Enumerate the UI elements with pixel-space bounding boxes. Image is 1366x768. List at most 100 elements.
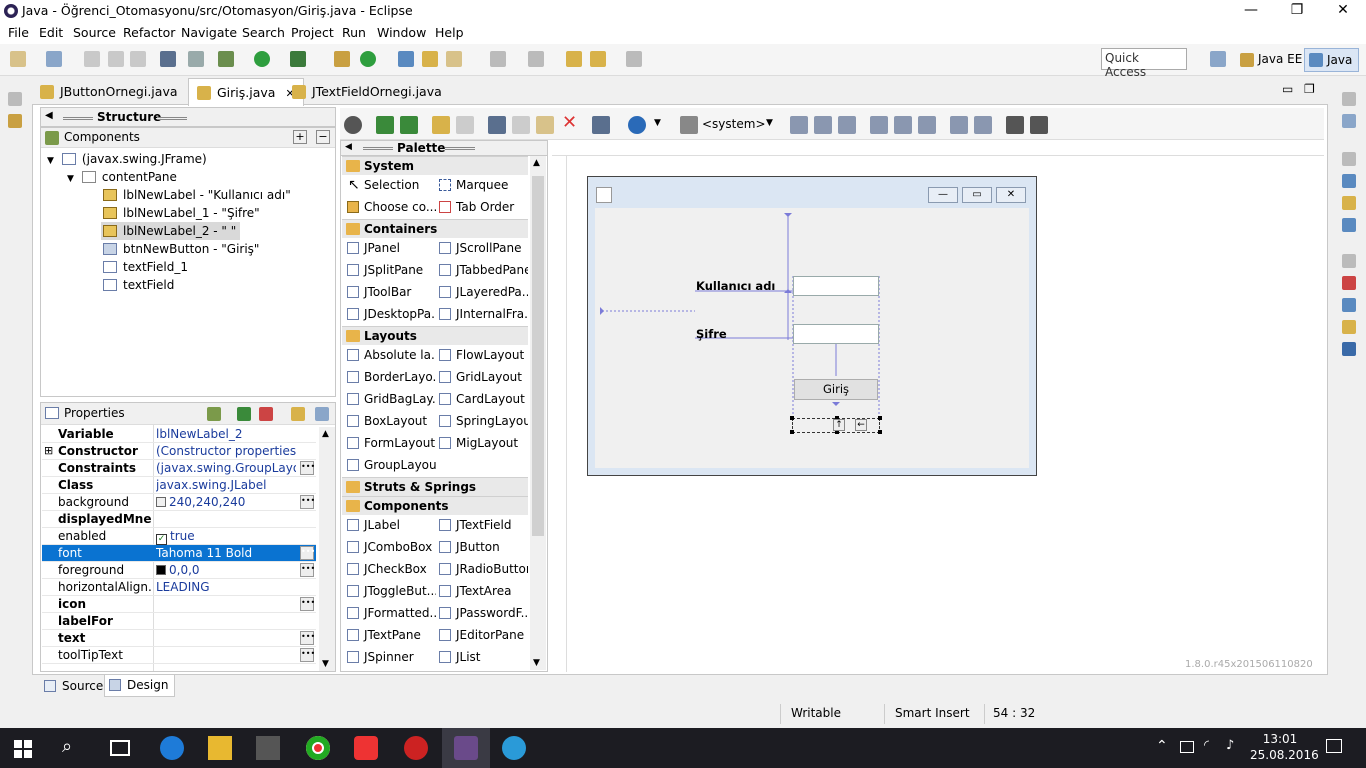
palette-item[interactable]: JLabel [344, 515, 436, 535]
scroll-up-icon[interactable]: ▲ [533, 158, 540, 168]
property-row[interactable]: Variable lblNewLabel_2 [42, 426, 316, 443]
resize-handle[interactable] [790, 430, 794, 434]
open-folder-icon[interactable] [422, 51, 438, 67]
menu-window[interactable]: Window [377, 25, 426, 40]
collapse-all-icon[interactable]: − [316, 130, 330, 144]
property-row[interactable]: toolTipText ••• [42, 647, 316, 664]
events-icon[interactable] [291, 407, 305, 421]
palette-item[interactable]: JList [436, 647, 528, 667]
new-java-package-icon[interactable] [334, 51, 350, 67]
package-explorer-icon[interactable] [8, 114, 22, 128]
minimize-editor-icon[interactable]: ▭ [1282, 82, 1293, 96]
delete-icon[interactable]: ✕ [562, 112, 577, 133]
property-value[interactable]: ✓ true [156, 528, 296, 545]
palette-item[interactable]: JInternalFra... [436, 304, 528, 324]
palette-item[interactable]: BoxLayout [344, 411, 436, 431]
menu-source[interactable]: Source [73, 25, 116, 40]
palette-item[interactable]: JTextPane [344, 625, 436, 645]
anchor-up-icon[interactable]: ↑ [833, 419, 845, 431]
outline-icon[interactable] [1342, 174, 1356, 188]
palette-item[interactable]: BorderLayo... [344, 367, 436, 387]
palette-category-layouts[interactable]: Layouts [342, 326, 528, 345]
clock-date[interactable]: 25.08.2016 [1250, 748, 1319, 762]
menu-file[interactable]: File [8, 25, 29, 40]
palette-item[interactable]: FlowLayout [436, 345, 528, 365]
palette-item[interactable]: JTextArea [436, 581, 528, 601]
menu-help[interactable]: Help [435, 25, 464, 40]
app-icon[interactable] [404, 736, 428, 760]
palette-item-marquee[interactable]: Marquee [436, 175, 528, 195]
restore-icon[interactable] [1342, 152, 1356, 166]
look-and-feel-icon[interactable] [680, 116, 698, 134]
button-giris[interactable]: Giriş [794, 379, 878, 400]
textfield-password[interactable] [793, 324, 879, 344]
menu-navigate[interactable]: Navigate [181, 25, 237, 40]
property-row[interactable]: font Tahoma 11 Bold ••• [42, 545, 316, 562]
textfield-user[interactable] [793, 276, 879, 296]
new-project-icon[interactable] [46, 51, 62, 67]
align-left-icon[interactable] [790, 116, 808, 134]
replicate-width-icon[interactable] [950, 116, 968, 134]
open-type-icon[interactable] [398, 51, 414, 67]
convert-local-icon[interactable] [259, 407, 273, 421]
palette-item[interactable]: SpringLayout [436, 411, 528, 431]
property-row[interactable]: ⊞ Constructor (Constructor properties) [42, 443, 316, 460]
property-row[interactable]: enabled ✓ true [42, 528, 316, 545]
menu-edit[interactable]: Edit [39, 25, 63, 40]
ellipsis-button[interactable]: ••• [300, 495, 315, 509]
app-icon[interactable] [502, 736, 526, 760]
palette-item[interactable]: JEditorPane [436, 625, 528, 645]
menu-search[interactable]: Search [242, 25, 285, 40]
chevron-down-icon[interactable]: ▼ [67, 174, 74, 184]
goto-definition-icon[interactable] [237, 407, 251, 421]
tree-item-textfield-1[interactable]: textField_1 [103, 258, 188, 276]
tab-source[interactable]: Source [40, 677, 109, 695]
properties-scrollbar[interactable]: ▲ ▼ [319, 427, 335, 671]
property-row[interactable]: displayedMne... [42, 511, 316, 528]
collapse-left-icon[interactable]: ◀ [345, 142, 352, 152]
problems-icon[interactable] [1342, 276, 1356, 290]
clock-time[interactable]: 13:01 [1254, 732, 1306, 746]
console-view-icon[interactable] [1342, 342, 1356, 356]
copy-icon[interactable] [512, 116, 530, 134]
external-tools-icon[interactable] [290, 51, 306, 67]
property-value[interactable]: (Constructor properties) [156, 443, 296, 459]
maximize-editor-icon[interactable]: ❐ [1304, 82, 1315, 96]
console-icon[interactable] [160, 51, 176, 67]
tab-jbuttonornegi[interactable]: JButtonOrnegi.java [32, 78, 186, 105]
palette-item[interactable]: JFormatted... [344, 603, 436, 623]
align-bottom-icon[interactable] [918, 116, 936, 134]
globe-icon[interactable] [628, 116, 646, 134]
ellipsis-button[interactable]: ••• [300, 648, 315, 662]
type-hierarchy-icon[interactable] [1342, 196, 1356, 210]
checkbox-icon[interactable]: ✓ [156, 534, 167, 545]
resize-handle[interactable] [790, 416, 794, 420]
tree-item-lblnewlabel-1[interactable]: lblNewLabel_1 - "Şifre" [103, 204, 260, 222]
edge-icon[interactable] [160, 736, 184, 760]
expand-all-icon[interactable]: + [293, 130, 307, 144]
close-button[interactable]: ✕ [1320, 0, 1366, 22]
perspective-java[interactable]: Java [1304, 48, 1360, 72]
tree-item-btnnewbutton[interactable]: btnNewButton - "Giriş" [103, 240, 259, 258]
align-right-icon[interactable] [838, 116, 856, 134]
chevron-down-icon[interactable]: ▼ [47, 156, 54, 166]
palette-item[interactable]: MigLayout [436, 433, 528, 453]
chevron-down-icon[interactable]: ▼ [654, 118, 661, 128]
debug-icon[interactable] [218, 51, 234, 67]
save-icon[interactable] [84, 51, 100, 67]
restore-icon[interactable] [1342, 254, 1356, 268]
new-icon[interactable] [10, 51, 26, 67]
javadoc-icon[interactable] [1342, 298, 1356, 312]
palette-item-selection[interactable]: ↖ Selection [344, 175, 436, 195]
label-kullanici-adi[interactable]: Kullanıcı adı [696, 279, 775, 293]
store-icon[interactable] [256, 736, 280, 760]
palette-item[interactable]: JRadioButton [436, 559, 528, 579]
navigator-icon[interactable] [1342, 218, 1356, 232]
anchor-left-icon[interactable]: ← [855, 419, 867, 431]
tab-jtextfieldornegi[interactable]: JTextFieldOrnegi.java [284, 78, 450, 105]
palette-item[interactable]: JPasswordF... [436, 603, 528, 623]
property-value[interactable]: 0,0,0 [156, 562, 296, 578]
refresh-icon[interactable] [400, 116, 418, 134]
chevron-down-icon[interactable]: ▼ [766, 118, 773, 128]
forward-icon[interactable] [626, 51, 642, 67]
